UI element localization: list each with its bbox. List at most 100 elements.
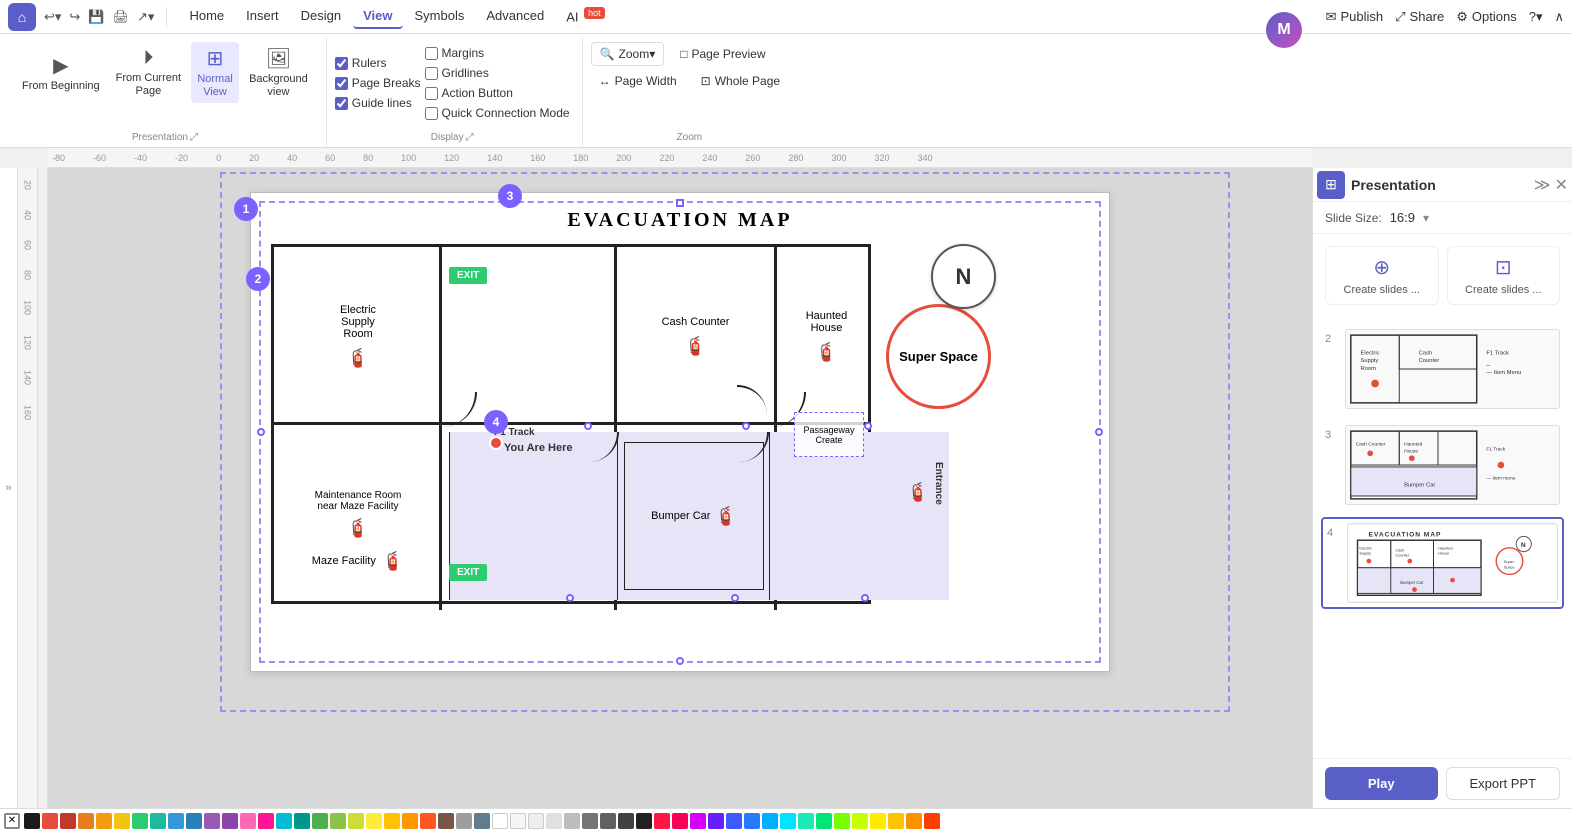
no-color-swatch[interactable]: ✕ bbox=[4, 813, 20, 829]
color-swatch-deepurple-accent[interactable] bbox=[708, 813, 724, 829]
color-swatch-grey200[interactable] bbox=[546, 813, 562, 829]
color-swatch-lightgrey[interactable] bbox=[528, 813, 544, 829]
color-swatch-gold[interactable] bbox=[384, 813, 400, 829]
panel-expand-button[interactable]: ≫ bbox=[1534, 175, 1551, 195]
undo-button[interactable]: ↩▾ bbox=[44, 9, 61, 25]
export-button[interactable]: ↗▾ bbox=[137, 9, 154, 25]
gridlines-checkbox[interactable]: Gridlines bbox=[425, 66, 570, 80]
color-swatch-darkpurple[interactable] bbox=[222, 813, 238, 829]
color-swatch-brown[interactable] bbox=[438, 813, 454, 829]
canvas-area[interactable]: M 1 2 3 4 bbox=[48, 168, 1312, 808]
quick-connection-input[interactable] bbox=[425, 107, 438, 120]
color-swatch-purple-accent[interactable] bbox=[690, 813, 706, 829]
color-swatch-purple[interactable] bbox=[204, 813, 220, 829]
color-swatch-indigo-accent[interactable] bbox=[726, 813, 742, 829]
color-swatch-green-accent[interactable] bbox=[816, 813, 832, 829]
color-swatch-pink[interactable] bbox=[240, 813, 256, 829]
rulers-checkbox[interactable]: Rulers bbox=[335, 56, 421, 70]
slide-item-2[interactable]: 2 Electric Supply Room Cash Cou bbox=[1321, 325, 1564, 413]
color-swatch-deeorange[interactable] bbox=[420, 813, 436, 829]
color-swatch-yellow[interactable] bbox=[114, 813, 130, 829]
background-view-button[interactable]: 🖼 Backgroundview bbox=[243, 42, 314, 103]
nav-ai[interactable]: AI hot bbox=[556, 4, 614, 29]
page-breaks-checkbox[interactable]: Page Breaks bbox=[335, 76, 421, 90]
color-swatch-brightyellow[interactable] bbox=[366, 813, 382, 829]
create-slides-button-1[interactable]: ⊕ Create slides ... bbox=[1325, 246, 1439, 305]
color-swatch-amber-accent[interactable] bbox=[888, 813, 904, 829]
create-slides-button-2[interactable]: ⊡ Create slides ... bbox=[1447, 246, 1561, 305]
presentation-expand-icon[interactable]: ⤢ bbox=[190, 132, 198, 143]
play-button[interactable]: Play bbox=[1325, 767, 1438, 800]
color-swatch-grey[interactable] bbox=[456, 813, 472, 829]
color-swatch-grey600[interactable] bbox=[582, 813, 598, 829]
action-button-input[interactable] bbox=[425, 87, 438, 100]
color-swatch-red-accent[interactable] bbox=[654, 813, 670, 829]
whole-page-button[interactable]: ⊡ Whole Page bbox=[693, 70, 788, 92]
color-swatch-teal-accent[interactable] bbox=[798, 813, 814, 829]
page-preview-button[interactable]: □ Page Preview bbox=[672, 43, 773, 65]
export-ppt-button[interactable]: Export PPT bbox=[1446, 767, 1561, 800]
page-breaks-input[interactable] bbox=[335, 77, 348, 90]
from-current-page-button[interactable]: ⏵ From CurrentPage bbox=[110, 43, 187, 102]
color-swatch-lightgreen-accent[interactable] bbox=[834, 813, 850, 829]
nav-symbols[interactable]: Symbols bbox=[405, 4, 475, 29]
print-button[interactable]: 🖨 bbox=[113, 9, 130, 25]
color-swatch-green[interactable] bbox=[132, 813, 148, 829]
zoom-button[interactable]: 🔍 Zoom▾ bbox=[591, 42, 665, 66]
color-swatch-orange-accent[interactable] bbox=[906, 813, 922, 829]
home-button[interactable]: ⌂ bbox=[8, 3, 36, 31]
color-swatch-darkcyan[interactable] bbox=[294, 813, 310, 829]
color-swatch-blue-accent[interactable] bbox=[744, 813, 760, 829]
redo-button[interactable]: ↪ bbox=[69, 9, 80, 25]
color-swatch-lightgreen[interactable] bbox=[330, 813, 346, 829]
from-beginning-button[interactable]: ▶ From Beginning bbox=[16, 49, 106, 97]
guide-lines-input[interactable] bbox=[335, 97, 348, 110]
color-swatch-grey900[interactable] bbox=[636, 813, 652, 829]
options-button[interactable]: ⚙ Options bbox=[1456, 9, 1516, 25]
quick-connection-checkbox[interactable]: Quick Connection Mode bbox=[425, 106, 570, 120]
color-swatch-pink-accent[interactable] bbox=[672, 813, 688, 829]
slide-item-4[interactable]: 4 EVACUATION MAP Electric Supply bbox=[1321, 517, 1564, 609]
color-swatch-grey400[interactable] bbox=[564, 813, 580, 829]
sidebar-collapse-button[interactable]: » bbox=[0, 168, 18, 808]
display-expand-icon[interactable]: ⤢ bbox=[466, 132, 474, 143]
collapse-button[interactable]: ∧ bbox=[1554, 9, 1564, 25]
margins-input[interactable] bbox=[425, 47, 438, 60]
nav-home[interactable]: Home bbox=[179, 4, 234, 29]
nav-advanced[interactable]: Advanced bbox=[476, 4, 554, 29]
help-button[interactable]: ?▾ bbox=[1529, 9, 1543, 25]
color-swatch-white[interactable] bbox=[492, 813, 508, 829]
color-swatch-grey800[interactable] bbox=[618, 813, 634, 829]
color-swatch-medgreen[interactable] bbox=[312, 813, 328, 829]
color-swatch-deeporange-accent[interactable] bbox=[924, 813, 940, 829]
color-swatch-hotpink[interactable] bbox=[258, 813, 274, 829]
share-button[interactable]: ⤢ Share bbox=[1395, 9, 1444, 25]
guide-lines-checkbox[interactable]: Guide lines bbox=[335, 96, 421, 110]
color-swatch-offwhite[interactable] bbox=[510, 813, 526, 829]
color-swatch-yellow-accent[interactable] bbox=[870, 813, 886, 829]
color-swatch-red[interactable] bbox=[42, 813, 58, 829]
nav-insert[interactable]: Insert bbox=[236, 4, 289, 29]
margins-checkbox[interactable]: Margins bbox=[425, 46, 570, 60]
color-swatch-lightblue-accent[interactable] bbox=[762, 813, 778, 829]
color-swatch-black[interactable] bbox=[24, 813, 40, 829]
color-swatch-teal[interactable] bbox=[150, 813, 166, 829]
color-swatch-darkblue[interactable] bbox=[186, 813, 202, 829]
normal-view-button[interactable]: ⊞ NormalView bbox=[191, 42, 239, 103]
color-swatch-darkorange[interactable] bbox=[402, 813, 418, 829]
action-button-checkbox[interactable]: Action Button bbox=[425, 86, 570, 100]
color-swatch-lime-accent[interactable] bbox=[852, 813, 868, 829]
color-swatch-darkred[interactable] bbox=[60, 813, 76, 829]
gridlines-input[interactable] bbox=[425, 67, 438, 80]
slide-item-3[interactable]: 3 Cash Counter Haunted House bbox=[1321, 421, 1564, 509]
nav-design[interactable]: Design bbox=[291, 4, 351, 29]
color-swatch-bluegrey[interactable] bbox=[474, 813, 490, 829]
color-swatch-cyan[interactable] bbox=[276, 813, 292, 829]
color-swatch-blue[interactable] bbox=[168, 813, 184, 829]
color-swatch-cyan-accent[interactable] bbox=[780, 813, 796, 829]
slide-size-dropdown[interactable]: ▾ bbox=[1423, 211, 1429, 225]
nav-view[interactable]: View bbox=[353, 4, 402, 29]
panel-close-button[interactable]: ✕ bbox=[1555, 175, 1568, 195]
page-width-button[interactable]: ↔ Page Width bbox=[591, 70, 685, 92]
publish-button[interactable]: ✉ Publish bbox=[1326, 9, 1384, 25]
